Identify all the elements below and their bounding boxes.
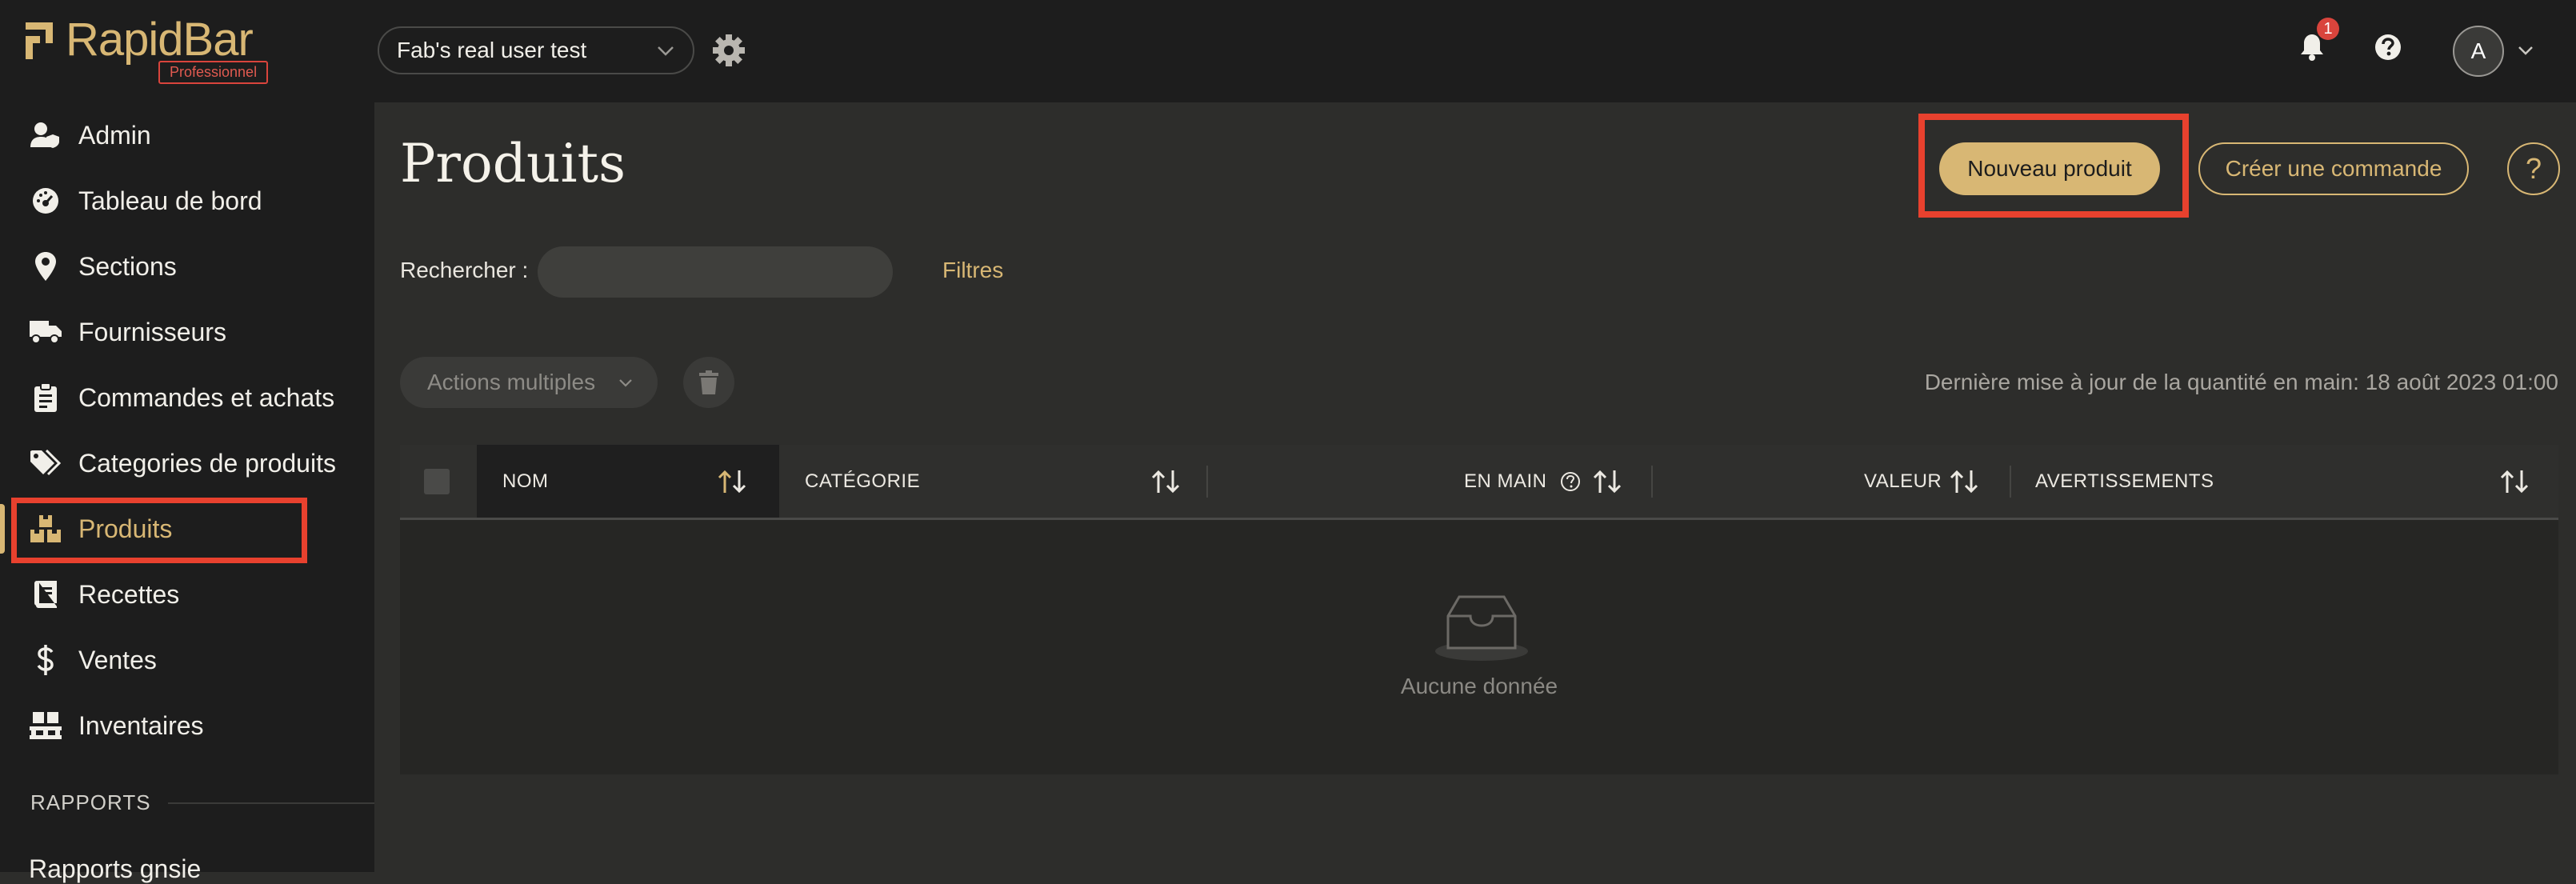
column-label: AVERTISSEMENTS [2035, 470, 2214, 492]
brand-logo[interactable]: RapidBar Professionnel [26, 11, 298, 91]
column-divider [1206, 466, 1208, 498]
page-title: Produits [400, 133, 626, 194]
user-shield-icon [29, 118, 62, 152]
top-bar [374, 0, 2576, 102]
avatar[interactable]: A [2453, 26, 2504, 77]
sidebar-item-label: Fournisseurs [78, 317, 226, 346]
column-header-on-hand[interactable]: EN MAIN [1464, 445, 1581, 518]
workspace-select[interactable]: Fab's real user test [378, 26, 694, 74]
sidebar-item-suppliers[interactable]: Fournisseurs [0, 299, 374, 365]
sort-icon[interactable] [1590, 466, 1626, 498]
select-all-checkbox[interactable] [424, 469, 450, 494]
table-header: NOM CATÉGORIE EN MAIN VALEUR AVERTISSEME… [400, 445, 2558, 520]
trash-icon [699, 370, 718, 394]
column-label: NOM [502, 470, 549, 492]
chevron-down-icon [619, 379, 632, 387]
highlight-box-new-product [1918, 114, 2189, 218]
sidebar-item-recipes[interactable]: Recettes [0, 562, 374, 627]
sidebar-item-product-categories[interactable]: Categories de produits [0, 430, 374, 496]
sidebar-item-label: Inventaires [78, 710, 204, 740]
last-update-text: Dernière mise à jour de la quantité en m… [1924, 370, 2558, 394]
column-header-category[interactable]: CATÉGORIE [805, 445, 920, 518]
chevron-down-icon [658, 46, 674, 56]
products-table: NOM CATÉGORIE EN MAIN VALEUR AVERTISSEME… [400, 445, 2558, 774]
sort-icon[interactable] [2498, 466, 2533, 498]
logo-mark-icon [26, 22, 53, 59]
map-pin-icon [29, 250, 62, 283]
sidebar-section-reports: RAPPORTS [30, 790, 151, 814]
column-header-value[interactable]: VALEUR [1864, 445, 1942, 518]
column-label: EN MAIN [1464, 470, 1547, 492]
dashboard-gauge-icon [29, 184, 62, 218]
empty-inbox-icon [1435, 595, 1528, 661]
filters-link[interactable]: Filtres [942, 258, 1003, 283]
create-order-button[interactable]: Créer une commande [2198, 142, 2469, 195]
sort-icon[interactable] [715, 466, 750, 498]
book-icon [29, 578, 62, 611]
sort-icon[interactable] [1947, 466, 1982, 498]
clipboard-icon [29, 381, 62, 414]
bulk-actions-select[interactable]: Actions multiples [400, 357, 658, 408]
sidebar-nav: Admin Tableau de bord Sections Fournisse… [0, 102, 374, 758]
sidebar-item-label: Recettes [78, 579, 180, 609]
sidebar: RapidBar Professionnel Admin Tableau de … [0, 0, 374, 883]
sidebar-item-sales[interactable]: Ventes [0, 627, 374, 693]
tags-icon [29, 446, 62, 480]
truck-icon [29, 315, 62, 349]
empty-state-text: Aucune donnée [1400, 674, 1558, 698]
plan-badge: Professionnel [158, 61, 269, 84]
search-label: Rechercher : [400, 258, 529, 282]
sidebar-item-label: Sections [78, 251, 177, 281]
chevron-down-icon[interactable] [2517, 42, 2534, 59]
sidebar-item-label: Admin [78, 120, 151, 150]
help-icon[interactable] [2373, 32, 2403, 62]
sort-icon[interactable] [1149, 466, 1184, 498]
page-help-button[interactable]: ? [2507, 142, 2560, 195]
sidebar-item-label: Tableau de bord [78, 186, 262, 215]
sidebar-item-label: Commandes et achats [78, 382, 335, 412]
section-divider [168, 802, 374, 804]
column-divider [2010, 466, 2011, 498]
delete-button[interactable] [683, 357, 734, 408]
highlight-box-products [11, 498, 307, 563]
column-divider [1651, 466, 1653, 498]
search-input[interactable] [538, 246, 893, 298]
bulk-actions-label: Actions multiples [427, 370, 596, 394]
table-body: Aucune donnée [400, 520, 2558, 774]
sidebar-item-inventories[interactable]: Inventaires [0, 693, 374, 758]
gear-icon[interactable] [712, 34, 746, 67]
notification-badge: 1 [2317, 18, 2339, 40]
column-label: CATÉGORIE [805, 470, 921, 492]
brand-name: RapidBar [66, 14, 254, 66]
sidebar-item-reports-truncated[interactable]: Rapports gnsie [29, 854, 201, 884]
pallet-icon [29, 709, 62, 742]
dollar-icon [29, 643, 62, 677]
sidebar-item-orders[interactable]: Commandes et achats [0, 365, 374, 430]
column-label: VALEUR [1864, 470, 1942, 492]
sidebar-item-admin[interactable]: Admin [0, 102, 374, 168]
sidebar-item-dashboard[interactable]: Tableau de bord [0, 168, 374, 234]
info-circle-icon[interactable] [1560, 471, 1581, 492]
sidebar-item-sections[interactable]: Sections [0, 234, 374, 299]
sidebar-item-label: Categories de produits [78, 448, 336, 478]
workspace-name: Fab's real user test [397, 38, 587, 62]
sidebar-item-label: Ventes [78, 645, 157, 674]
column-header-warnings[interactable]: AVERTISSEMENTS [2035, 445, 2214, 518]
